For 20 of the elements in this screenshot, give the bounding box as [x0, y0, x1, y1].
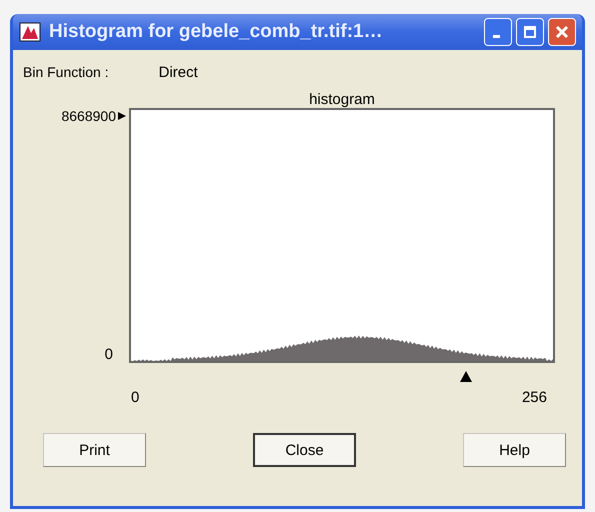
close-icon	[555, 25, 569, 39]
dialog-button[interactable]: Help	[463, 433, 566, 467]
bin-function-value: Direct	[158, 64, 198, 80]
bin-function-label: Bin Function :	[23, 64, 109, 80]
x-max-label: 256	[522, 389, 547, 408]
x-min-label: 0	[131, 389, 140, 408]
chart-title: histogram	[308, 91, 376, 108]
minimize-icon	[492, 34, 500, 38]
y-max-label: 8668900	[61, 108, 116, 124]
threshold-marker[interactable]	[460, 371, 472, 382]
maximize-button[interactable]	[516, 18, 544, 46]
window-title: Histogram for gebele_comb_tr.tif:1…	[49, 21, 384, 43]
app-icon	[19, 22, 41, 42]
close-button[interactable]	[548, 18, 576, 46]
dialog-button[interactable]: Print	[43, 433, 146, 467]
y-min-label: 0	[104, 346, 113, 363]
minimize-button[interactable]	[484, 18, 512, 46]
dialog-button[interactable]: Close	[253, 433, 356, 467]
maximize-icon	[523, 25, 537, 39]
marker-icon	[117, 111, 127, 121]
